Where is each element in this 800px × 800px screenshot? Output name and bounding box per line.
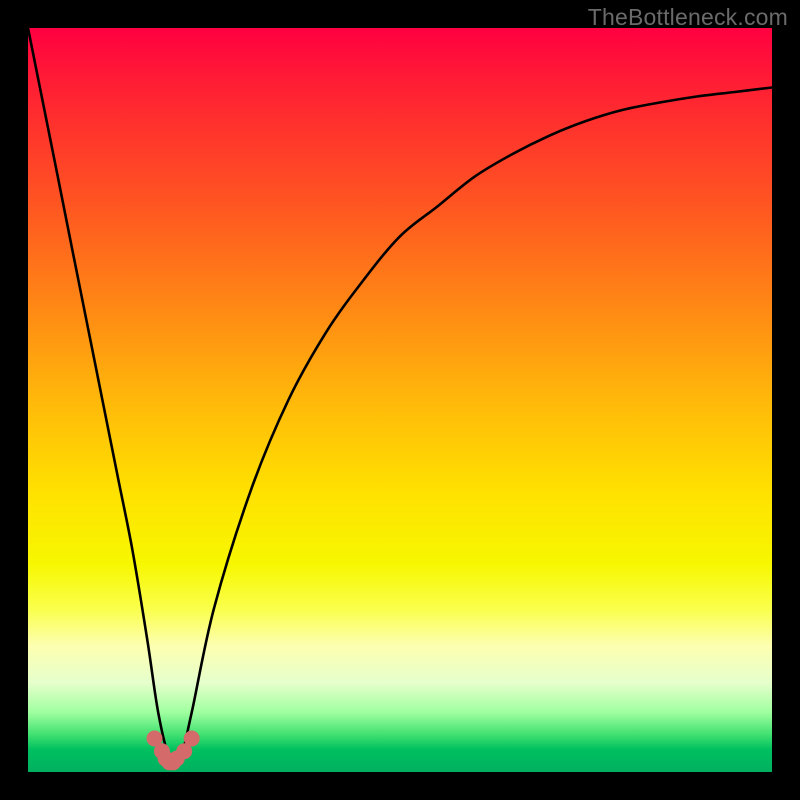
bottleneck-curve	[28, 28, 772, 763]
plot-area	[28, 28, 772, 772]
watermark-text: TheBottleneck.com	[588, 4, 788, 31]
floor-marker-group	[147, 731, 200, 771]
chart-stage: TheBottleneck.com	[0, 0, 800, 800]
floor-marker	[184, 731, 200, 747]
curve-layer	[28, 28, 772, 772]
